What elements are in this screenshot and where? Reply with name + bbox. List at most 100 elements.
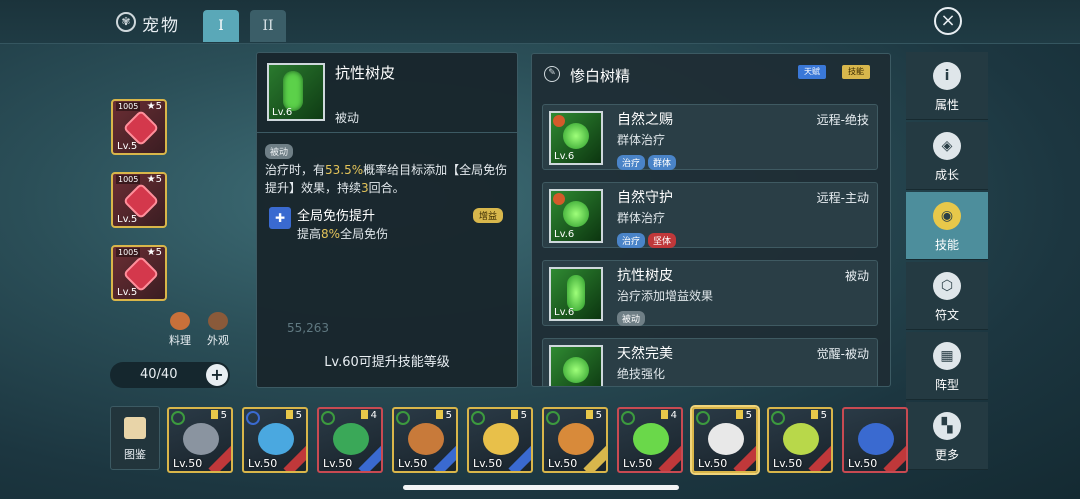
- pet-slot-3[interactable]: 1005 ★5 Lv.5: [111, 245, 167, 301]
- sidebar-item-formation[interactable]: ▦ 阵型: [906, 332, 988, 400]
- pet-card[interactable]: 5 Lv.50: [467, 407, 533, 473]
- pet-portrait-icon: [408, 423, 444, 455]
- passive-tag: 被动: [265, 144, 294, 159]
- skill-tag: 治疗: [617, 233, 646, 248]
- talent-badge[interactable]: 天赋: [798, 65, 826, 79]
- skill-kind: 远程-主动: [816, 191, 869, 205]
- tab-2[interactable]: II: [250, 10, 286, 42]
- pet-paw-icon: ✾: [116, 12, 136, 32]
- pet-card[interactable]: 5 Lv.50: [542, 407, 608, 473]
- sidebar-label: 技能: [934, 238, 959, 252]
- skill-level: Lv.6: [554, 229, 575, 240]
- top-bar: ✾ 宠物 I II ×: [0, 0, 1080, 44]
- appearance-label: 外观: [207, 334, 229, 347]
- skill-type: 被动: [335, 111, 360, 125]
- edit-icon[interactable]: ✎: [544, 66, 560, 82]
- pet-roster-bar: 图鉴 5 Lv.50 5 Lv.50 4 Lv.50 5 Lv.50 5 Lv.50 5 Lv.50 4…: [100, 400, 908, 480]
- skill-icon: ◉: [933, 202, 961, 230]
- skill-tags: 被动: [617, 307, 648, 326]
- card-level: Lv.50: [548, 457, 578, 470]
- buff-pct: 8%: [321, 227, 341, 241]
- skill-description: 治疗时，有53.5%概率给目标添加【全局免伤提升】效果，持续3回合。: [265, 161, 511, 197]
- bark-skill-icon: Lv.6: [267, 63, 325, 121]
- home-indicator[interactable]: [403, 485, 679, 490]
- sidebar-item-runes[interactable]: ⬡ 符文: [906, 262, 988, 330]
- pet-card[interactable]: 5 Lv.50: [242, 407, 308, 473]
- element-ring-icon: [246, 411, 260, 425]
- sidebar-item-skills[interactable]: ◉ 技能: [906, 192, 988, 260]
- skill-level: Lv.6: [272, 107, 293, 118]
- desc-rounds: 3: [361, 181, 369, 195]
- natural-perfect-icon: [549, 345, 603, 386]
- pet-portrait-icon: [708, 423, 744, 455]
- skill-row-2[interactable]: Lv.6 自然守护 远程-主动 群体治疗 治疗 坚体: [542, 182, 878, 248]
- book-icon: [124, 417, 146, 439]
- pet-stars: ★5: [146, 101, 162, 112]
- orb-icon: [563, 123, 589, 149]
- skill-badge[interactable]: 技能: [842, 65, 870, 79]
- appearance-button[interactable]: 外观: [198, 312, 238, 348]
- desc-text: 治疗时，有: [265, 163, 326, 177]
- sidebar-item-attributes[interactable]: i 属性: [906, 52, 988, 120]
- skill-tooltip: Lv.6 抗性树皮 被动 被动 治疗时，有53.5%概率给目标添加【全局免伤提升…: [256, 52, 518, 388]
- pet-level: Lv.5: [117, 287, 138, 298]
- skill-name: 天然完美: [617, 346, 673, 362]
- pet-portrait-icon: [483, 423, 519, 455]
- skill-row-4[interactable]: 天然完美 觉醒-被动 绝技强化: [542, 338, 878, 386]
- pet-card[interactable]: 4 Lv.50: [317, 407, 383, 473]
- rune-icon: ⬡: [933, 272, 961, 300]
- buff-entry: ✚ 全局免伤提升 增益 提高8%全局免伤: [267, 205, 511, 245]
- pet-card[interactable]: 5 Lv.50: [692, 407, 758, 473]
- skill-row-1[interactable]: Lv.6 自然之赐 远程-绝技 群体治疗 治疗 群体: [542, 104, 878, 170]
- pet-portrait-icon: [258, 423, 294, 455]
- pet-stars: ★5: [146, 174, 162, 185]
- leaf-icon: [567, 275, 585, 311]
- skill-desc: 群体治疗: [617, 133, 666, 147]
- orb-icon: [563, 201, 589, 227]
- buff-name: 全局免伤提升: [297, 209, 376, 224]
- right-sidebar: i 属性 ◈ 成长 ◉ 技能 ⬡ 符文 ▦ 阵型 ▚ 更多: [906, 52, 988, 480]
- skill-desc: 治疗添加增益效果: [617, 289, 714, 303]
- skill-row-3[interactable]: Lv.6 抗性树皮 被动 治疗添加增益效果 被动: [542, 260, 878, 326]
- skill-panel: ✎ 惨白树精 天赋 技能 Lv.6 自然之赐 远程-绝技 群体治疗 治疗 群体 L…: [531, 53, 891, 387]
- pet-portrait-icon: [783, 423, 819, 455]
- cook-label: 料理: [169, 334, 191, 347]
- card-count: 5: [586, 410, 602, 421]
- sidebar-label: 成长: [934, 168, 959, 182]
- skill-tag: 治疗: [617, 155, 646, 170]
- sidebar-label: 阵型: [934, 378, 959, 392]
- element-ring-icon: [471, 411, 485, 425]
- power-value: 55,263: [287, 321, 329, 335]
- sidebar-item-growth[interactable]: ◈ 成长: [906, 122, 988, 190]
- card-level: Lv.50: [848, 457, 878, 470]
- info-icon: i: [933, 62, 961, 90]
- pet-card[interactable]: Lv.50: [842, 407, 908, 473]
- add-slot-button[interactable]: +: [206, 364, 228, 386]
- buff-tag: 增益: [473, 208, 504, 223]
- pet-slot-1[interactable]: 1005 ★5 Lv.5: [111, 99, 167, 155]
- close-icon[interactable]: ×: [934, 7, 962, 35]
- skill-tag: 群体: [648, 155, 677, 170]
- sidebar-label: 符文: [934, 308, 959, 322]
- sidebar-item-more[interactable]: ▚ 更多: [906, 402, 988, 470]
- sidebar-label: 更多: [934, 448, 959, 462]
- card-level: Lv.50: [398, 457, 428, 470]
- atlas-button[interactable]: 图鉴: [110, 406, 160, 470]
- desc-chance: 53.5%: [325, 163, 364, 177]
- tab-1[interactable]: I: [203, 10, 239, 42]
- skill-level: Lv.6: [554, 307, 575, 318]
- element-ring-icon: [771, 411, 785, 425]
- card-count: 5: [511, 410, 527, 421]
- cook-button[interactable]: 料理: [160, 312, 200, 348]
- skill-tags: 治疗 坚体: [617, 229, 679, 248]
- card-count: 4: [661, 410, 677, 421]
- pet-card[interactable]: 5 Lv.50: [392, 407, 458, 473]
- pet-card[interactable]: 5 Lv.50: [167, 407, 233, 473]
- pet-card[interactable]: 5 Lv.50: [767, 407, 833, 473]
- nature-gift-icon: Lv.6: [549, 111, 603, 165]
- skill-tag: 被动: [617, 311, 646, 326]
- pet-card[interactable]: 4 Lv.50: [617, 407, 683, 473]
- pet-slot-2[interactable]: 1005 ★5 Lv.5: [111, 172, 167, 228]
- sidebar-label: 属性: [934, 98, 959, 112]
- skill-desc: 绝技强化: [617, 367, 666, 381]
